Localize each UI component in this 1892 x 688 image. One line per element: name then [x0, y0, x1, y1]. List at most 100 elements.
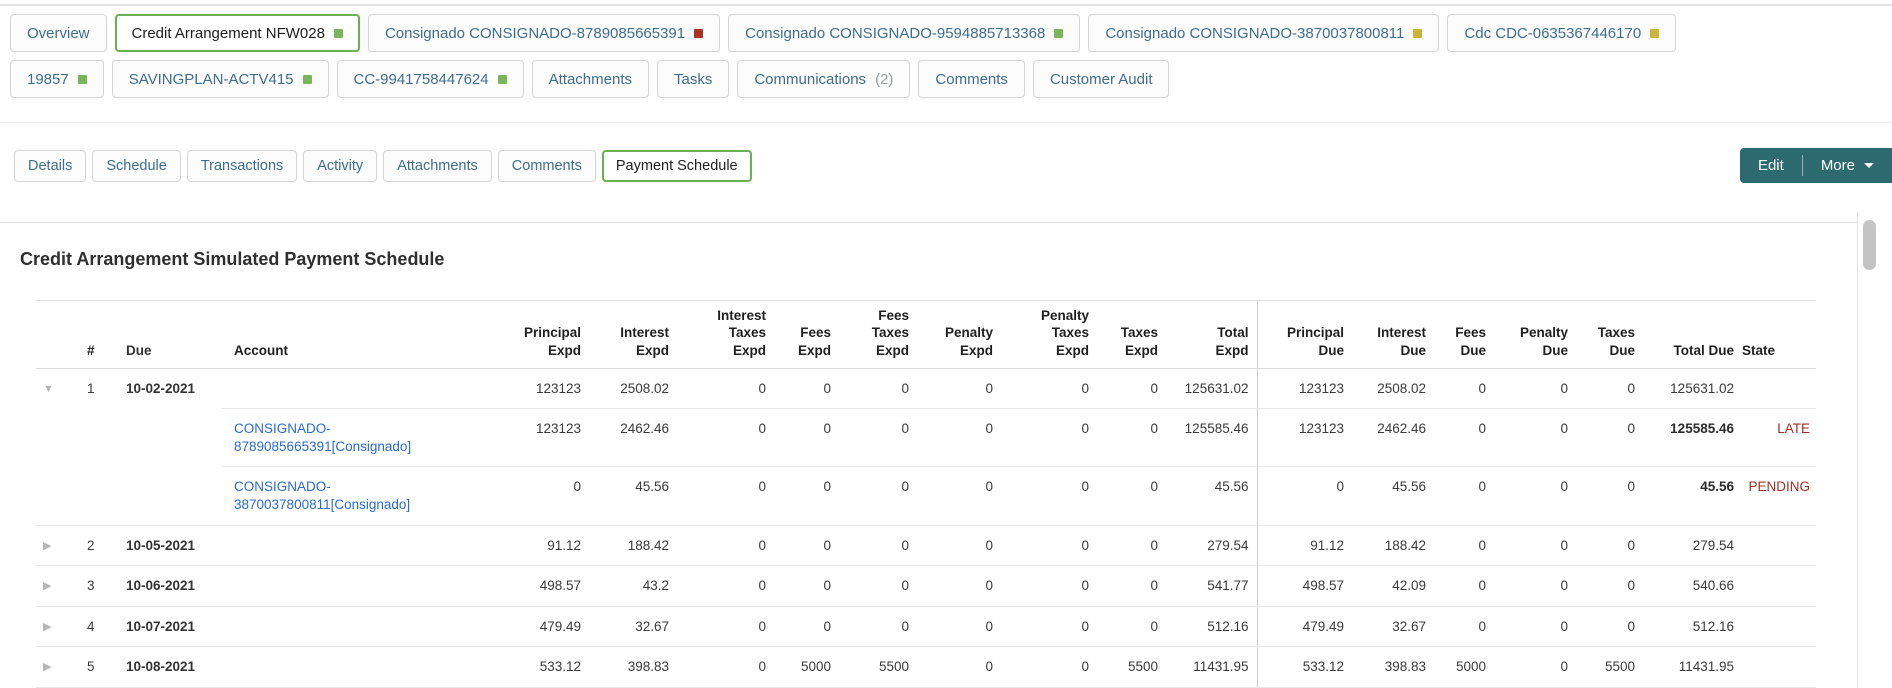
- account-cell: CONSIGNADO- 3870037800811[Consignado]: [222, 466, 494, 526]
- edit-button[interactable]: Edit: [1740, 148, 1802, 183]
- value-cell: 0: [677, 525, 774, 567]
- tab-comments[interactable]: Comments: [918, 60, 1025, 98]
- scrollbar-thumb[interactable]: [1863, 220, 1876, 270]
- column-header: State: [1742, 300, 1816, 369]
- status-square-icon: [1413, 28, 1423, 38]
- subtab-details[interactable]: Details: [14, 150, 87, 182]
- subtab-comments[interactable]: Comments: [497, 150, 596, 182]
- value-cell: 0: [1434, 565, 1494, 607]
- value-cell: 0: [774, 408, 839, 468]
- value-cell: 0: [1097, 368, 1166, 410]
- value-cell: 0: [917, 525, 1001, 567]
- value-cell: 0: [1576, 408, 1643, 468]
- expand-arrow-icon[interactable]: ▶: [36, 525, 68, 567]
- expand-arrow-icon[interactable]: ▶: [36, 565, 68, 607]
- account-cell: [222, 646, 494, 688]
- tab-savingplan-actv415[interactable]: SAVINGPLAN-ACTV415: [111, 60, 329, 98]
- tab-cc-9941758447624[interactable]: CC-9941758447624: [336, 60, 524, 98]
- expand-arrow-icon[interactable]: ▼: [36, 368, 68, 526]
- table-row[interactable]: ▶ 2 10-05-2021 91.12 188.42 0 0 0 0 0 0 279.54 91.12…: [36, 525, 1816, 567]
- value-cell: 0: [1494, 408, 1576, 468]
- value-cell: 123123: [1256, 368, 1352, 410]
- account-cell: [222, 368, 494, 410]
- value-cell: 125585.46: [1643, 408, 1742, 468]
- value-cell: 0: [1001, 646, 1097, 688]
- chevron-down-icon: [1864, 163, 1874, 168]
- tab-19857[interactable]: 19857: [10, 60, 104, 98]
- state-label: PENDING: [1742, 466, 1816, 526]
- status-square-icon: [302, 74, 312, 84]
- value-cell: 0: [839, 408, 917, 468]
- column-header: #: [68, 300, 124, 369]
- value-cell: 2462.46: [1352, 408, 1434, 468]
- tab-customer-audit[interactable]: Customer Audit: [1032, 60, 1170, 98]
- value-cell: 0: [839, 606, 917, 648]
- value-cell: 0: [1494, 466, 1576, 526]
- value-cell: 0: [774, 466, 839, 526]
- subtab-attachments[interactable]: Attachments: [383, 150, 492, 182]
- value-cell: 0: [494, 466, 589, 526]
- state-label: LATE: [1742, 408, 1816, 468]
- subtab-schedule[interactable]: Schedule: [92, 150, 181, 182]
- value-cell: 5500: [1576, 646, 1643, 688]
- payment-schedule-table: # Due Account Principal Expd Interest Expd In…: [36, 300, 1816, 688]
- tab-consignado-consignado-9594885713368[interactable]: Consignado CONSIGNADO-9594885713368: [728, 14, 1081, 52]
- value-cell: 498.57: [494, 565, 589, 607]
- tab-label: CC-9941758447624: [353, 70, 489, 88]
- tab-consignado-consignado-8789085665391[interactable]: Consignado CONSIGNADO-8789085665391: [367, 14, 721, 52]
- detail-tab-bar: Details Schedule Transactions Activity Attac…: [14, 150, 752, 182]
- account-link[interactable]: CONSIGNADO- 3870037800811[Consignado]: [234, 479, 410, 512]
- value-cell: 0: [774, 525, 839, 567]
- value-cell: 0: [1494, 368, 1576, 410]
- value-cell: 0: [1001, 606, 1097, 648]
- value-cell: 2508.02: [1352, 368, 1434, 410]
- value-cell: 2508.02: [589, 368, 677, 410]
- value-cell: 279.54: [1643, 525, 1742, 567]
- value-cell: 32.67: [589, 606, 677, 648]
- status-square-icon: [497, 74, 507, 84]
- account-link[interactable]: CONSIGNADO- 8789085665391[Consignado]: [234, 421, 411, 454]
- tab-attachments[interactable]: Attachments: [531, 60, 649, 98]
- table-row[interactable]: ▶ 4 10-07-2021 479.49 32.67 0 0 0 0 0 0 512.16 479.4…: [36, 606, 1816, 648]
- table-subrow[interactable]: CONSIGNADO- 8789085665391[Consignado] 123…: [36, 408, 1816, 468]
- expand-arrow-icon[interactable]: ▶: [36, 606, 68, 648]
- table-header-row: # Due Account Principal Expd Interest Expd In…: [36, 300, 1816, 369]
- state-label: [1742, 646, 1816, 688]
- subtab-activity[interactable]: Activity: [303, 150, 378, 182]
- tab-cdc-cdc-0635367446170[interactable]: Cdc CDC-0635367446170: [1447, 14, 1677, 52]
- tab-label: Cdc CDC-0635367446170: [1464, 24, 1642, 42]
- tab-label: Communications: [754, 70, 867, 88]
- tab-communications[interactable]: Communications (2): [737, 60, 911, 98]
- tab-tasks[interactable]: Tasks: [657, 60, 730, 98]
- tab-label: Consignado CONSIGNADO-8789085665391: [384, 24, 686, 42]
- tab-consignado-consignado-3870037800811[interactable]: Consignado CONSIGNADO-3870037800811: [1088, 14, 1440, 52]
- value-cell: 0: [839, 466, 917, 526]
- vertical-scrollbar[interactable]: [1857, 212, 1892, 688]
- secondary-tab-bar: 19857 SAVINGPLAN-ACTV415 CC-9941758447624 A…: [10, 60, 1170, 98]
- value-cell: 32.67: [1352, 606, 1434, 648]
- column-header: Fees Expd: [774, 300, 839, 369]
- value-cell: 0: [1256, 466, 1352, 526]
- value-cell: 125585.46: [1166, 408, 1257, 468]
- value-cell: 0: [1097, 408, 1166, 468]
- subtab-payment-schedule[interactable]: Payment Schedule: [601, 150, 752, 182]
- value-cell: 0: [1576, 606, 1643, 648]
- table-row[interactable]: ▶ 5 10-08-2021 533.12 398.83 0 5000 5500 0 0 5500 1…: [36, 646, 1816, 688]
- tab-label: Attachments: [548, 70, 632, 88]
- value-cell: 5500: [1097, 646, 1166, 688]
- tab-overview[interactable]: Overview: [10, 14, 107, 52]
- value-cell: 0: [677, 368, 774, 410]
- table-subrow[interactable]: CONSIGNADO- 3870037800811[Consignado] 0 45…: [36, 466, 1816, 526]
- more-button[interactable]: More: [1803, 148, 1892, 183]
- tab-label: Comments: [935, 70, 1008, 88]
- column-header: Interest Due: [1352, 300, 1434, 369]
- subtab-transactions[interactable]: Transactions: [186, 150, 298, 182]
- tab-credit-arrangement-nfw028[interactable]: Credit Arrangement NFW028: [114, 14, 360, 52]
- value-cell: 188.42: [589, 525, 677, 567]
- due-date: 10-02-2021: [124, 368, 222, 526]
- subtab-divider: [0, 122, 1892, 123]
- table-row[interactable]: ▼ 1 10-02-2021 123123 2508.02 0 0 0 0 0 0 125631.02…: [36, 368, 1816, 526]
- expand-arrow-icon[interactable]: ▶: [36, 646, 68, 688]
- value-cell: 0: [1434, 368, 1494, 410]
- table-row[interactable]: ▶ 3 10-06-2021 498.57 43.2 0 0 0 0 0 0 541.77 498.57…: [36, 565, 1816, 607]
